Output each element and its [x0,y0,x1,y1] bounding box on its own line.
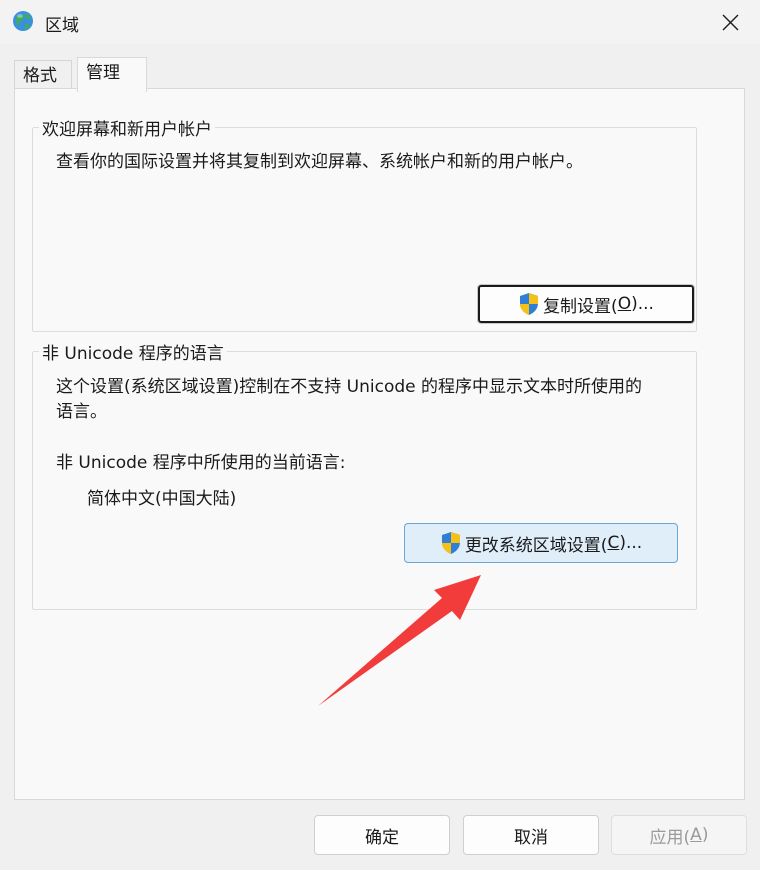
copy-settings-button[interactable]: 复制设置(O)... [477,284,695,324]
apply-mnemonic: A [690,825,702,845]
window-title: 区域 [45,16,79,36]
close-icon [722,14,738,30]
non-unicode-group: 非 Unicode 程序的语言 这个设置(系统区域设置)控制在不支持 Unico… [32,339,697,610]
apply-suffix: ) [701,825,709,845]
ok-button[interactable]: 确定 [314,815,450,855]
welcome-description: 查看你的国际设置并将其复制到欢迎屏幕、系统帐户和新的用户帐户。 [56,152,583,172]
apply-label: 应用( [649,827,691,848]
tab-panel: 欢迎屏幕和新用户帐户 查看你的国际设置并将其复制到欢迎屏幕、系统帐户和新的用户帐… [14,88,745,800]
non-unicode-group-title: 非 Unicode 程序的语言 [39,339,227,364]
welcome-group-title: 欢迎屏幕和新用户帐户 [39,115,215,140]
cancel-button[interactable]: 取消 [463,815,599,855]
copy-settings-mnemonic: O [617,294,632,314]
change-locale-mnemonic: C [607,533,620,553]
change-system-locale-button[interactable]: 更改系统区域设置(C)... [404,523,678,563]
tab-formats[interactable]: 格式 [14,60,72,90]
copy-settings-suffix: )... [631,294,654,314]
globe-icon [13,11,33,31]
welcome-screen-group: 欢迎屏幕和新用户帐户 查看你的国际设置并将其复制到欢迎屏幕、系统帐户和新的用户帐… [32,115,697,332]
apply-button[interactable]: 应用(A) [611,815,747,855]
tab-administrative[interactable]: 管理 [77,57,147,92]
non-unicode-description-line1: 这个设置(系统区域设置)控制在不支持 Unicode 的程序中显示文本时所使用的 [56,377,643,397]
copy-settings-label: 复制设置( [543,296,618,317]
uac-shield-icon [441,532,460,554]
change-locale-label: 更改系统区域设置( [464,535,608,556]
title-bar: 区域 [0,0,760,44]
close-button[interactable] [700,0,760,44]
change-locale-suffix: )... [619,533,643,553]
current-language-label: 非 Unicode 程序中所使用的当前语言: [56,453,346,473]
current-language-value: 简体中文(中国大陆) [87,489,237,509]
non-unicode-description-line2: 语言。 [56,402,107,422]
uac-shield-icon [520,293,539,315]
